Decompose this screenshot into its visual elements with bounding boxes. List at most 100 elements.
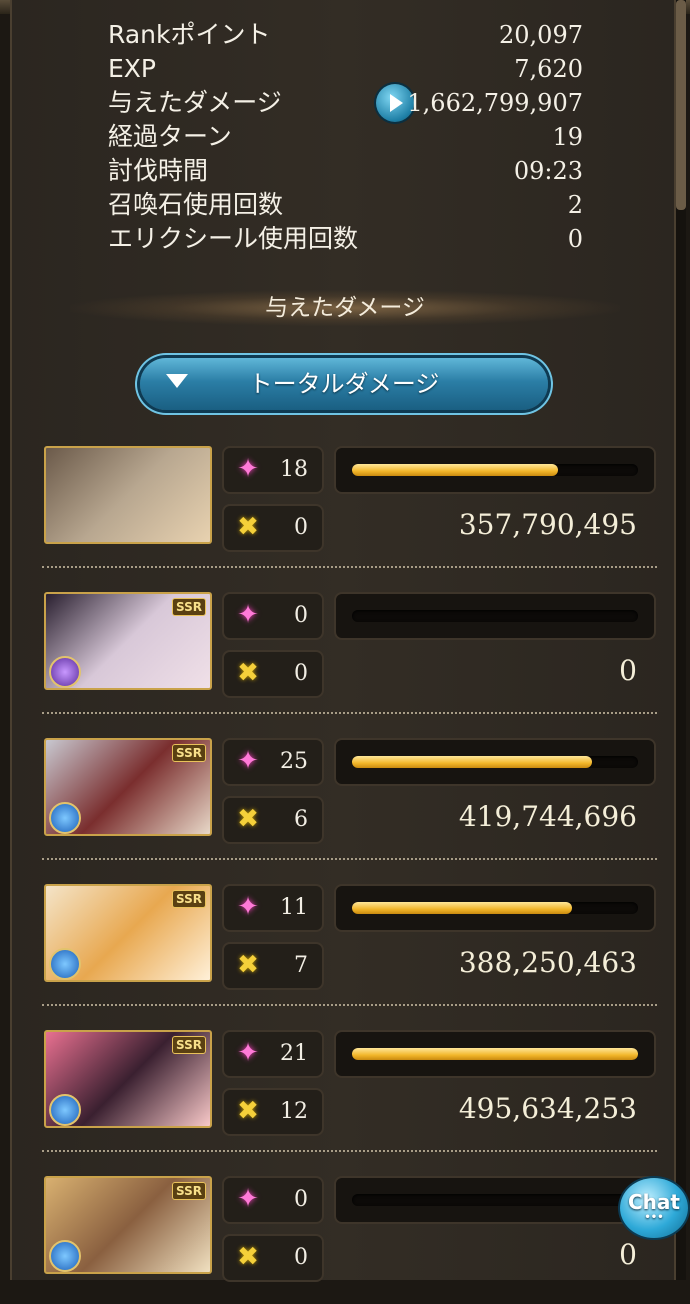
character-portrait[interactable]: SSR [44,1176,212,1274]
skill-count-box: ✦ 0 [222,1176,324,1224]
damage-bar-track [352,464,638,476]
skill-count: 21 [280,1041,308,1066]
skill-sparkle-icon: ✦ [237,600,259,630]
buff-crossed-icon: ✖ [237,1242,259,1272]
buff-count-box: ✖ 7 [222,942,324,990]
row-divider [42,858,657,860]
row-divider [42,1004,657,1006]
element-water-icon [49,1240,81,1272]
skill-count: 0 [294,603,308,628]
summary-label: エリクシール使用回数 [108,224,359,253]
summary-label: EXP [108,54,156,83]
damage-bar-track [352,1194,638,1206]
rarity-badge: SSR [172,1036,206,1054]
character-row: ✦ 18 ✖ 0 357,790,495 [42,444,657,574]
damage-bar-fill [352,902,572,914]
row-divider [42,566,657,568]
summary-value: 7,620 [514,55,583,83]
chat-label: Chat [628,1190,680,1214]
damage-bar [334,738,656,786]
summary-value: 19 [552,123,583,151]
element-water-icon [49,802,81,834]
chat-dots-icon: ••• [644,1212,664,1223]
summary-time: 討伐時間 09:23 [108,154,583,188]
skill-sparkle-icon: ✦ [237,1184,259,1214]
summary-label: 討伐時間 [108,156,209,185]
summary-label: 召喚石使用回数 [108,190,284,219]
scrollbar-thumb[interactable] [676,0,686,210]
character-portrait[interactable]: SSR [44,592,212,690]
character-portrait[interactable] [44,446,212,544]
dropdown-label: トータルダメージ [248,370,440,398]
damage-value: 388,250,463 [458,946,637,979]
skill-count-box: ✦ 25 [222,738,324,786]
summary-exp: EXP 7,620 [108,52,583,86]
damage-section-title: 与えたダメージ [70,290,620,326]
damage-bar-track [352,902,638,914]
summary-value: 09:23 [513,157,583,185]
damage-bar [334,1030,656,1078]
buff-count-box: ✖ 0 [222,1234,324,1282]
summary-label: Rankポイント [108,20,271,49]
buff-crossed-icon: ✖ [237,804,259,834]
damage-type-dropdown[interactable]: トータルダメージ [140,358,548,410]
buff-crossed-icon: ✖ [237,658,259,688]
summary-label: 与えたダメージ [108,88,282,117]
damage-bar-track [352,1048,638,1060]
element-water-icon [49,948,81,980]
summary-value: 20,097 [499,21,583,49]
skill-count: 11 [280,895,308,920]
summary-elixir-uses: エリクシール使用回数 0 [108,222,583,256]
character-portrait[interactable]: SSR [44,884,212,982]
damage-bar-track [352,610,638,622]
element-water-icon [49,1094,81,1126]
skill-sparkle-icon: ✦ [237,892,259,922]
damage-value: 0 [619,1238,637,1271]
damage-value: 0 [619,654,637,687]
damage-bar-track [352,756,638,768]
buff-count-box: ✖ 0 [222,650,324,698]
summary-rank-points: Rankポイント 20,097 [108,18,583,52]
buff-count: 12 [280,1099,308,1124]
buff-crossed-icon: ✖ [237,1096,259,1126]
damage-bar-fill [352,1048,638,1060]
summary-value: 0 [567,225,583,253]
damage-bar [334,1176,656,1224]
skill-count-box: ✦ 21 [222,1030,324,1078]
character-row: SSR ✦ 0 ✖ 0 0 [42,1174,657,1304]
skill-count: 0 [294,1187,308,1212]
character-portrait[interactable]: SSR [44,1030,212,1128]
skill-count-box: ✦ 18 [222,446,324,494]
rarity-badge: SSR [172,890,206,908]
battle-summary: Rankポイント 20,097 EXP 7,620 与えたダメージ 1,662,… [108,18,583,256]
skill-count: 18 [280,457,308,482]
damage-value: 357,790,495 [458,508,637,541]
rarity-badge: SSR [172,598,206,616]
buff-count: 0 [294,515,308,540]
summary-turns: 経過ターン 19 [108,120,583,154]
summary-summon-uses: 召喚石使用回数 2 [108,188,583,222]
damage-bar-fill [352,756,592,768]
character-row: SSR ✦ 21 ✖ 12 495,634,253 [42,1028,657,1158]
character-row: SSR ✦ 11 ✖ 7 388,250,463 [42,882,657,1012]
skill-sparkle-icon: ✦ [237,746,259,776]
rarity-badge: SSR [172,1182,206,1200]
rarity-badge: SSR [172,744,206,762]
skill-count: 25 [280,749,308,774]
damage-bar-fill [352,464,558,476]
buff-crossed-icon: ✖ [237,950,259,980]
buff-count: 6 [294,807,308,832]
summary-value: 1,662,799,907 [407,89,583,117]
chat-button[interactable]: Chat ••• [620,1178,688,1238]
damage-bar [334,884,656,932]
character-row: SSR ✦ 25 ✖ 6 419,744,696 [42,736,657,866]
skill-sparkle-icon: ✦ [237,1038,259,1068]
buff-count: 0 [294,1245,308,1270]
character-portrait[interactable]: SSR [44,738,212,836]
summary-damage: 与えたダメージ 1,662,799,907 [108,84,583,122]
buff-count-box: ✖ 12 [222,1088,324,1136]
damage-bar [334,592,656,640]
skill-count-box: ✦ 0 [222,592,324,640]
damage-value: 495,634,253 [458,1092,637,1125]
row-divider [42,712,657,714]
